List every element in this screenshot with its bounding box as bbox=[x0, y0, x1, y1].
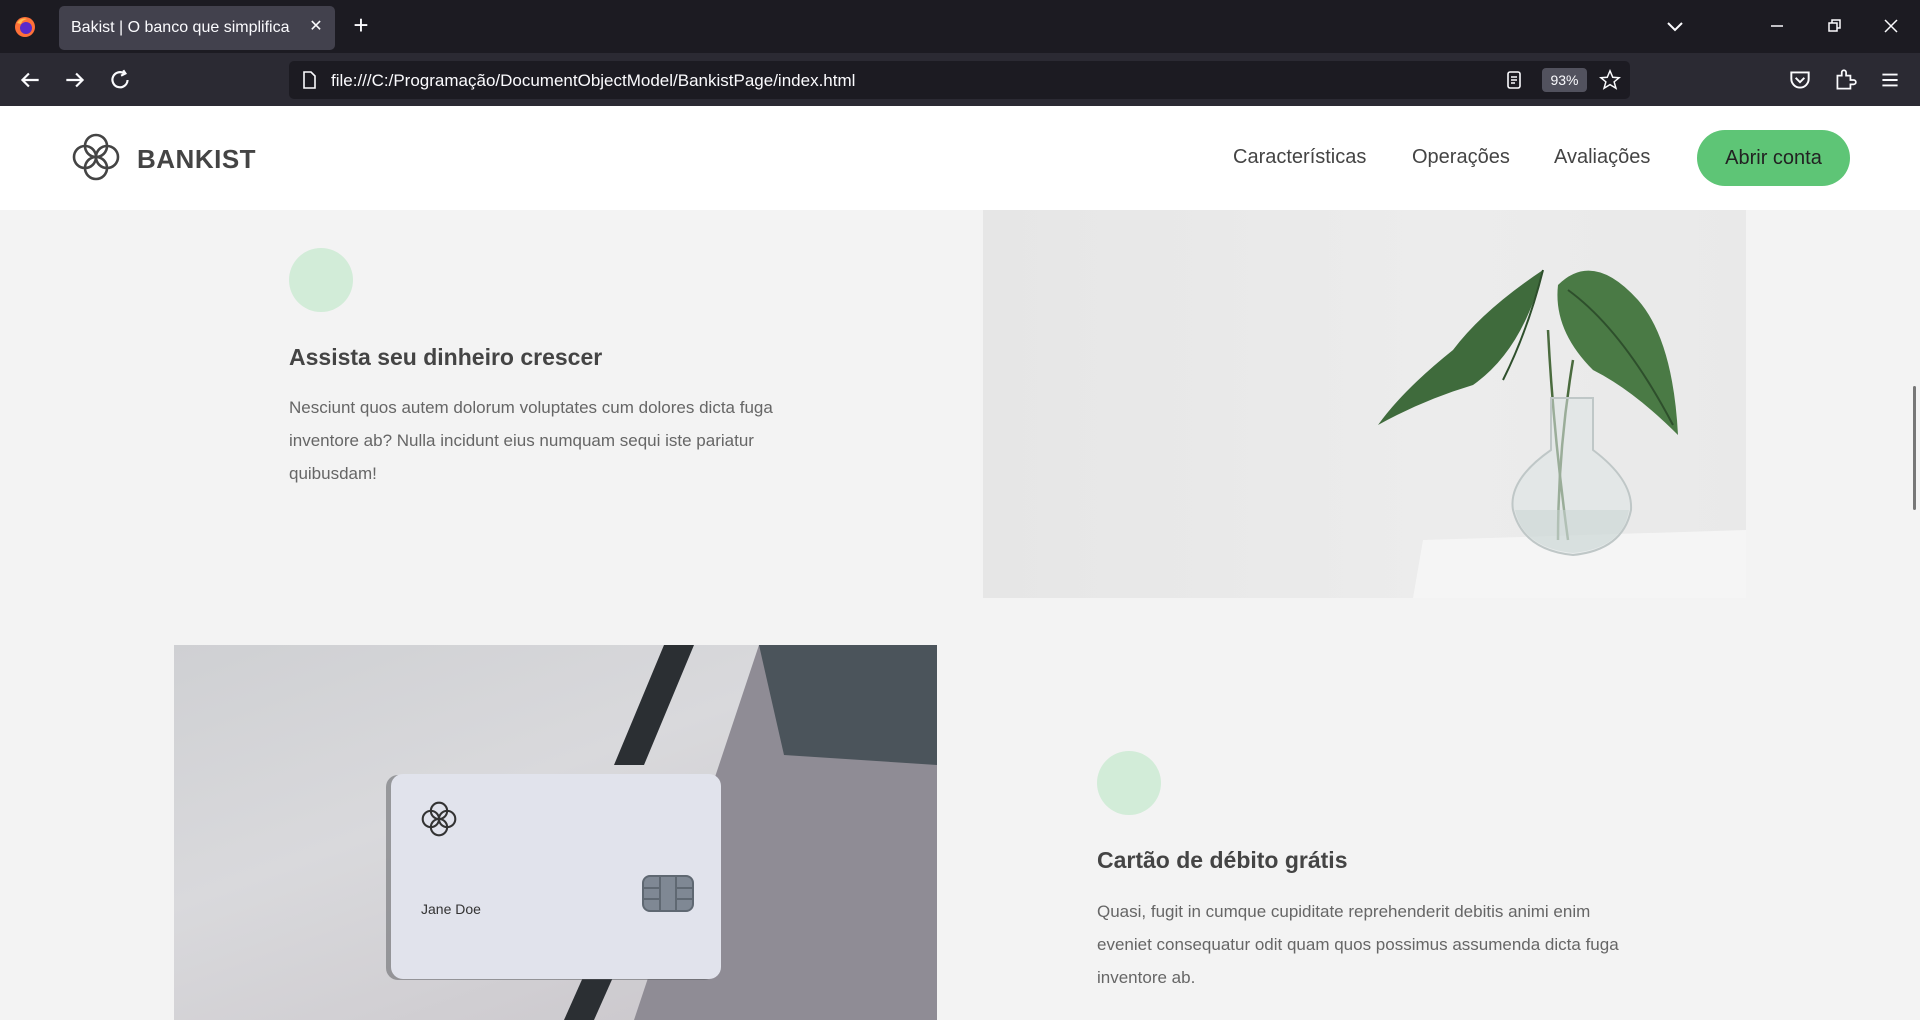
reader-view-icon[interactable] bbox=[1504, 70, 1524, 90]
browser-tab[interactable]: Bakist | O banco que simplifica ✕ bbox=[59, 6, 335, 50]
list-all-tabs-icon[interactable] bbox=[1663, 14, 1687, 38]
plant-image bbox=[983, 210, 1746, 598]
debit-card: Jane Doe bbox=[391, 774, 721, 979]
reload-icon[interactable] bbox=[107, 67, 133, 93]
minimize-icon[interactable] bbox=[1765, 14, 1789, 38]
feature-icon-circle bbox=[289, 248, 353, 312]
card-logo-icon bbox=[421, 801, 457, 837]
url-text[interactable]: file:///C:/Programação/DocumentObjectMod… bbox=[331, 71, 855, 91]
close-window-icon[interactable] bbox=[1879, 14, 1903, 38]
firefox-icon[interactable] bbox=[13, 15, 37, 39]
bankist-logo-icon[interactable] bbox=[69, 130, 123, 184]
site-header: BANKIST Características Operações Avalia… bbox=[0, 106, 1920, 210]
card-holder-name: Jane Doe bbox=[421, 901, 481, 917]
close-tab-icon[interactable]: ✕ bbox=[307, 18, 325, 36]
extensions-icon[interactable] bbox=[1832, 67, 1858, 93]
nav-link-operacoes[interactable]: Operações bbox=[1412, 146, 1510, 169]
brand-name[interactable]: BANKIST bbox=[137, 144, 256, 175]
nav-link-avaliacoes[interactable]: Avaliações bbox=[1554, 146, 1650, 169]
browser-nav-bar: file:///C:/Programação/DocumentObjectMod… bbox=[0, 53, 1920, 106]
feature-text: Nesciunt quos autem dolorum voluptates c… bbox=[289, 398, 773, 483]
feature-text: Quasi, fugit in cumque cupiditate repreh… bbox=[1097, 902, 1619, 987]
debit-card-image: Jane Doe bbox=[174, 645, 937, 1020]
back-icon[interactable] bbox=[17, 67, 43, 93]
forward-icon[interactable] bbox=[62, 67, 88, 93]
zoom-indicator[interactable]: 93% bbox=[1542, 68, 1587, 92]
card-chip-icon bbox=[642, 875, 694, 912]
feature-title: Assista seu dinheiro crescer bbox=[289, 344, 603, 370]
restore-icon[interactable] bbox=[1822, 14, 1846, 38]
browser-tab-bar: Bakist | O banco que simplifica ✕ + bbox=[0, 0, 1920, 53]
pocket-icon[interactable] bbox=[1787, 67, 1813, 93]
nav-link-caracteristicas[interactable]: Características bbox=[1233, 146, 1366, 169]
feature-title: Cartão de débito grátis bbox=[1097, 847, 1348, 873]
tab-title: Bakist | O banco que simplifica bbox=[71, 19, 290, 36]
file-icon bbox=[303, 71, 316, 89]
feature-icon-circle bbox=[1097, 751, 1161, 815]
bookmark-star-icon[interactable] bbox=[1599, 69, 1621, 91]
menu-icon[interactable] bbox=[1877, 67, 1903, 93]
open-account-button[interactable]: Abrir conta bbox=[1697, 130, 1850, 186]
new-tab-icon[interactable]: + bbox=[349, 12, 373, 38]
url-bar[interactable]: file:///C:/Programação/DocumentObjectMod… bbox=[289, 61, 1630, 99]
scrollbar-thumb[interactable] bbox=[1913, 386, 1916, 510]
